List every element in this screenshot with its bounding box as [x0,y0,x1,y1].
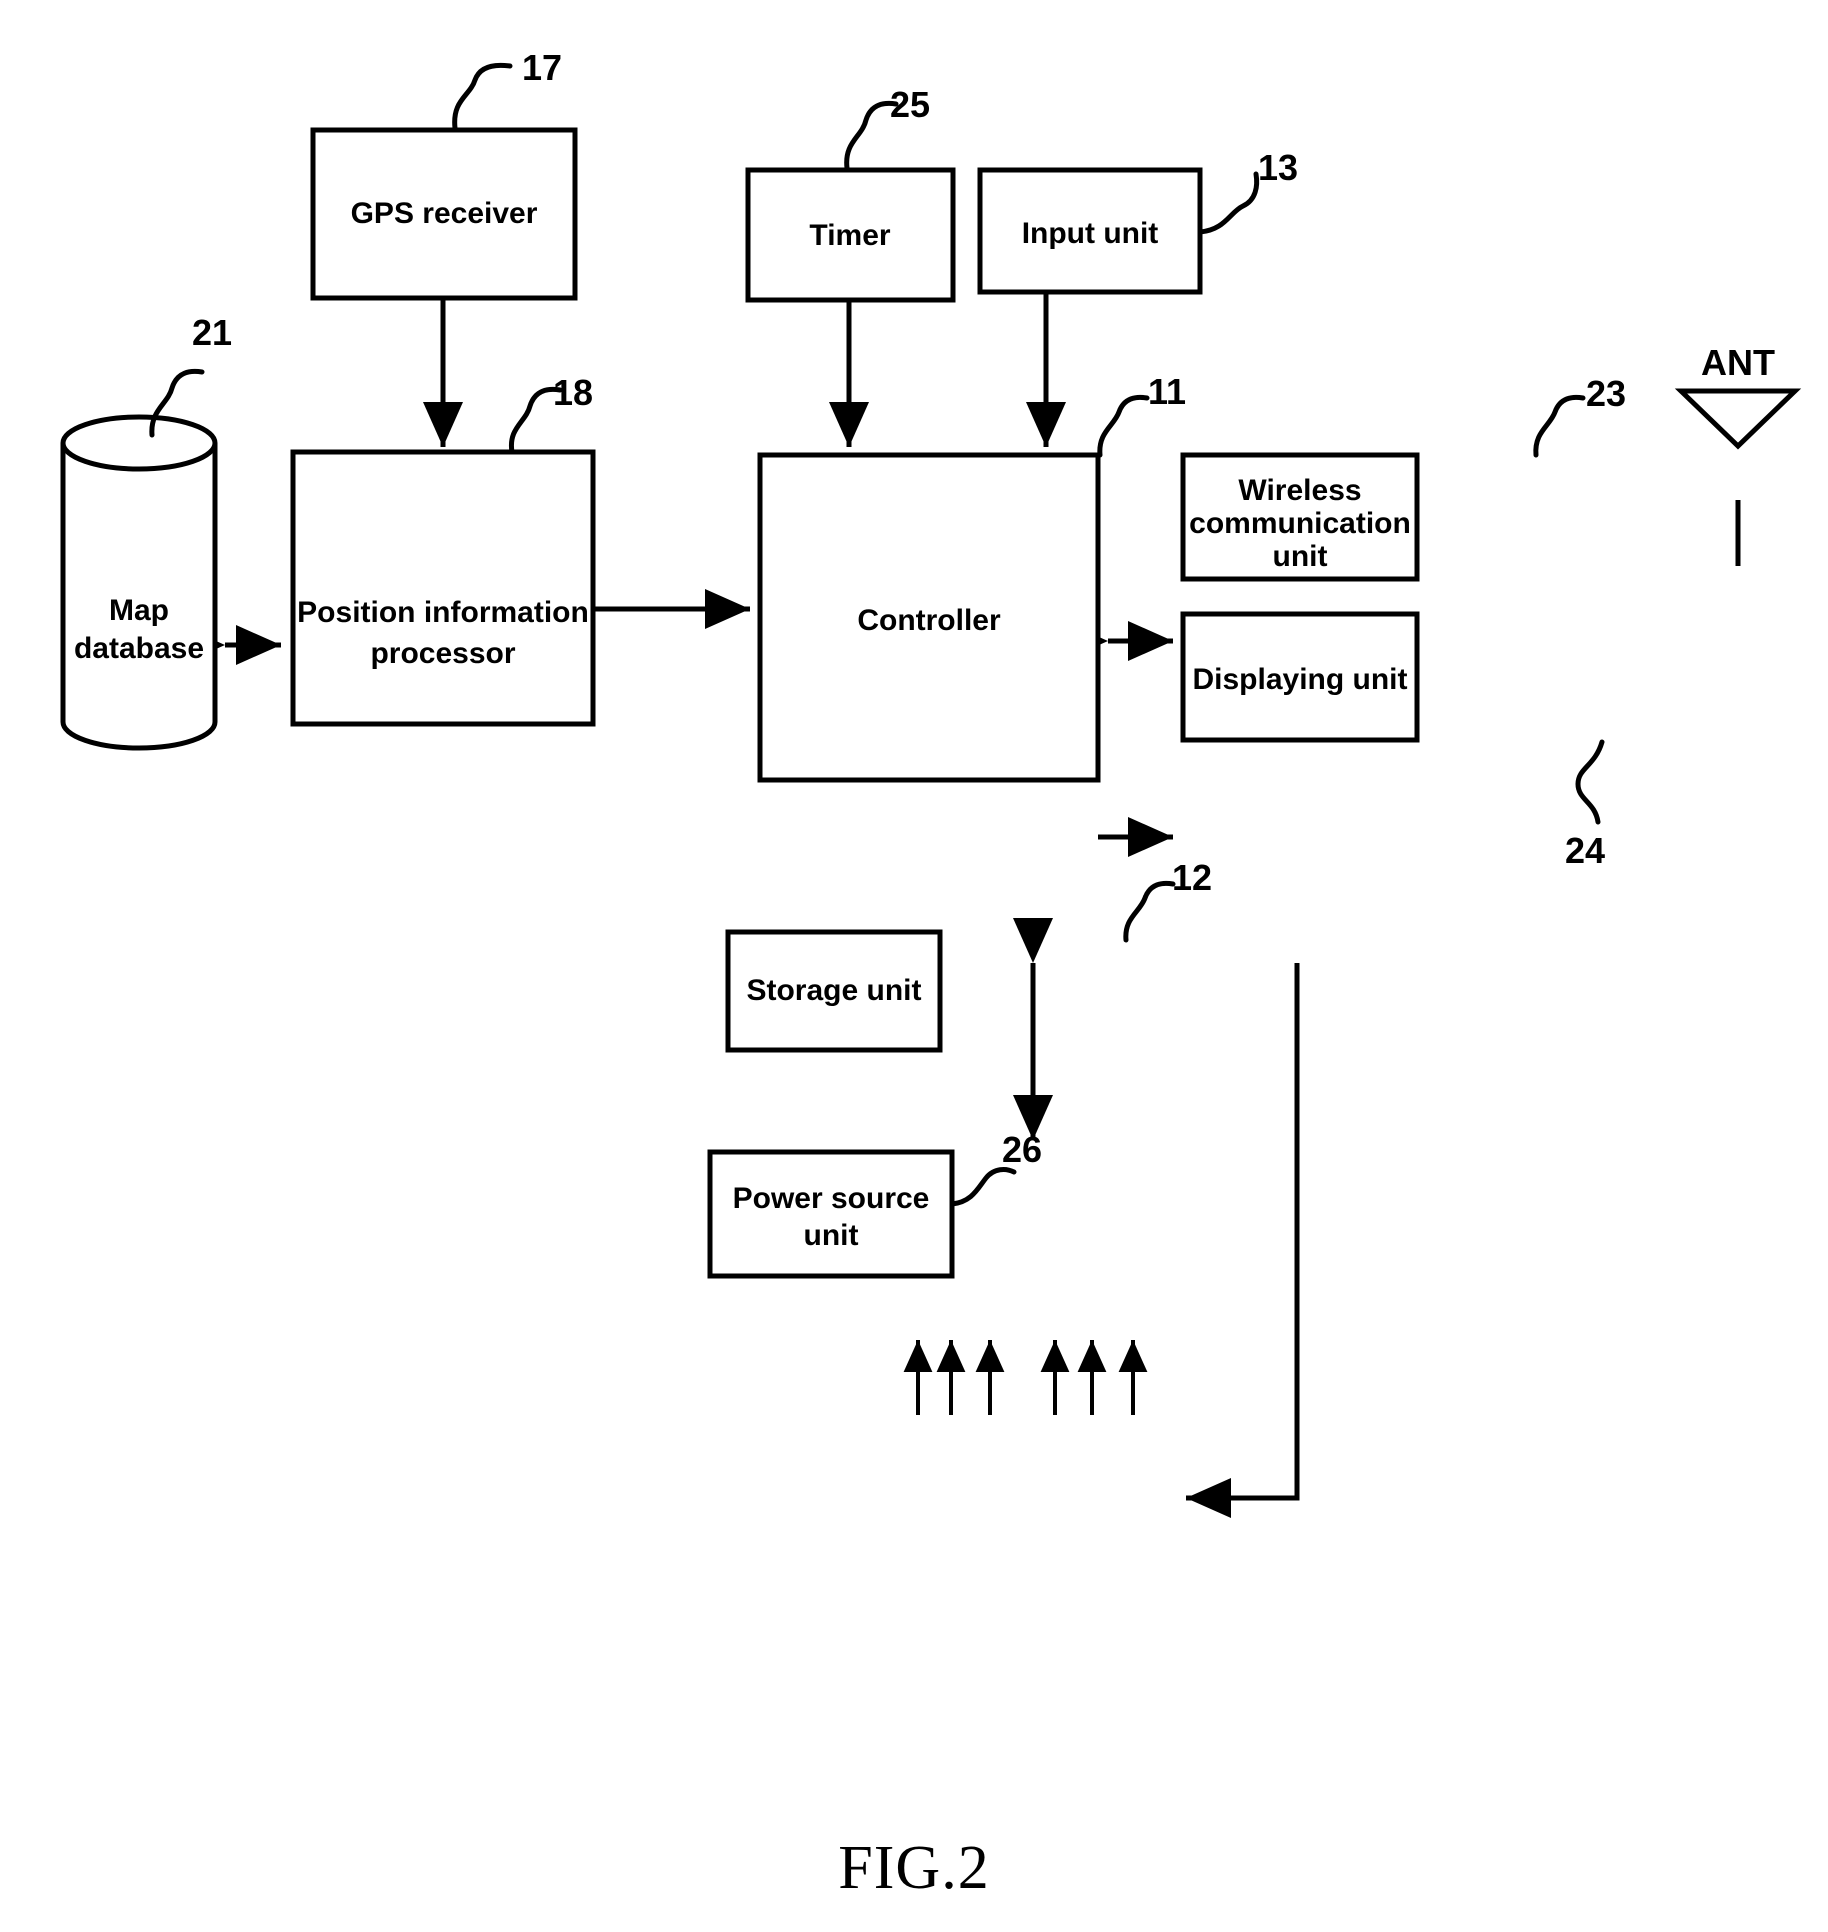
antenna-label: ANT [1701,342,1775,383]
controller-label: Controller [857,604,1001,637]
leader-ref-12 [1123,880,1176,943]
ref-number-18: 18 [553,372,593,413]
block-diagram: GPS receiver Map database Position infor… [60,47,1802,1902]
ref-number-24: 24 [1565,830,1605,871]
ref-number-26: 26 [1002,1129,1042,1170]
power-supply-arrows [903,1340,1148,1415]
ref-number-13: 13 [1258,147,1298,188]
block-storage-unit[interactable]: Storage unit [725,929,943,1053]
position-processor-label-line1: Position information [297,596,589,629]
ref-number-23: 23 [1586,373,1626,414]
block-position-information-processor[interactable]: Position information processor [290,449,596,727]
figure-caption: FIG.2 [838,1834,989,1902]
block-map-database[interactable]: Map database [60,414,218,751]
power-source-unit-label-line2: unit [804,1219,859,1252]
map-database-label-line1: Map [109,594,169,627]
leader-ref-25 [844,100,899,171]
ref-number-25: 25 [890,84,930,125]
figure-page: GPS receiver Map database Position infor… [0,0,1828,1932]
input-unit-label: Input unit [1022,217,1159,250]
map-database-label-line2: database [74,632,204,665]
leader-ref-24 [1575,739,1605,825]
ref-number-21: 21 [192,312,232,353]
timer-label: Timer [809,219,890,252]
leader-ref-11 [1097,394,1150,458]
block-displaying-unit[interactable]: Displaying unit [1180,611,1420,743]
wireless-unit-label-line3: unit [1273,540,1328,573]
block-wireless-communication-unit[interactable]: Wireless communication unit [1180,452,1420,582]
ref-number-12: 12 [1172,857,1212,898]
leader-ref-13 [1197,171,1260,235]
ref-number-11: 11 [1148,371,1186,412]
wireless-unit-label-line1: Wireless [1238,474,1361,507]
wireless-unit-label-line2: communication [1189,507,1411,540]
power-source-unit-label-line1: Power source [733,1182,930,1215]
block-timer[interactable]: Timer [745,167,956,303]
block-power-source-unit[interactable]: Power source unit [707,1149,955,1279]
block-controller[interactable]: Controller [757,452,1101,783]
leader-ref-17 [452,62,513,131]
antenna-icon [1674,388,1802,450]
block-gps-receiver[interactable]: GPS receiver [310,127,578,301]
position-processor-label-line2: processor [370,637,515,670]
leader-ref-23 [1533,394,1586,458]
storage-unit-label: Storage unit [746,974,921,1007]
connector-controller-to-power-source [1186,963,1300,1518]
ref-number-17: 17 [522,47,562,88]
leader-ref-26 [949,1167,1017,1207]
displaying-unit-label: Displaying unit [1192,663,1407,696]
block-input-unit[interactable]: Input unit [977,167,1203,295]
